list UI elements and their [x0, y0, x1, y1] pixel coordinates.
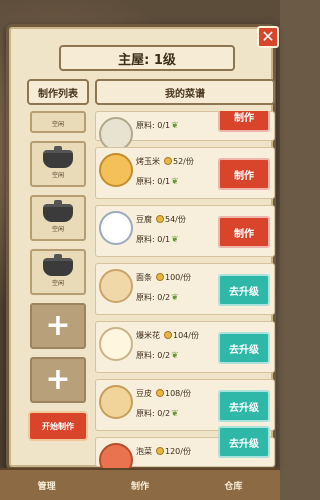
queue-slot[interactable]: 空闲: [30, 111, 86, 133]
make-button[interactable]: 制作: [218, 158, 270, 190]
nav-make[interactable]: 制作: [131, 479, 149, 492]
ingredient-count: 原料: 0/1: [136, 235, 171, 244]
recipe-row: 烤玉米 52/份原料: 0/1❦ 制作: [95, 147, 275, 199]
ingredient-count: 原料: 0/2: [136, 293, 171, 302]
queue-slot[interactable]: 空闲: [30, 195, 86, 241]
plus-icon: +: [45, 308, 71, 343]
dish-price: 52/份: [173, 157, 194, 166]
dish-name: 爆米花: [136, 331, 160, 340]
dish-image: [99, 117, 133, 151]
ingredient-line: 原料: 0/2❦: [136, 350, 180, 361]
recipe-row: 原料: 0/1❦ 制作: [95, 111, 275, 151]
make-button[interactable]: 制作: [218, 111, 270, 132]
recipe-row: 面条 100/份原料: 0/2❦ 去升级: [95, 263, 275, 315]
pot-icon: [43, 199, 73, 222]
ingredient-count: 原料: 0/2: [136, 351, 171, 360]
ingredient-leaf-icon: ❦: [171, 235, 179, 245]
slot-status: 空闲: [51, 225, 64, 233]
recipe-row: 爆米花 104/份原料: 0/2❦ 去升级: [95, 321, 275, 373]
recipe-row: 豆腐 54/份原料: 0/1❦ 制作: [95, 205, 275, 257]
dish-name-price: 烤玉米 52/份: [136, 156, 194, 167]
dish-image: [99, 385, 133, 419]
ingredient-leaf-icon: ❦: [171, 351, 179, 361]
ingredient-line: 原料: 0/1❦: [136, 234, 180, 245]
recipe-row: 豆皮 108/份原料: 0/2❦ 去升级: [95, 379, 275, 431]
ingredient-line: 原料: 0/2❦: [136, 408, 180, 419]
add-slot-button[interactable]: +: [30, 357, 86, 403]
dish-name: 泡菜: [136, 447, 152, 456]
queue-slot[interactable]: 空闲: [30, 141, 86, 187]
ingredient-leaf-icon: ❦: [171, 177, 179, 187]
nav-storage[interactable]: 仓库: [224, 479, 242, 492]
ingredient-count: 原料: 0/1: [136, 177, 171, 186]
ingredient-line: 原料: 0/1❦: [136, 176, 180, 187]
pot-icon: [43, 145, 73, 168]
queue-slot[interactable]: 空闲: [30, 249, 86, 295]
ingredient-line: 原料: 0/1❦: [136, 120, 180, 131]
dish-name-price: 泡菜 120/份: [136, 446, 191, 457]
dish-name: 烤玉米: [136, 157, 160, 166]
upgrade-button[interactable]: 去升级: [218, 332, 270, 364]
ingredient-line: 原料: 0/2❦: [136, 292, 180, 303]
upgrade-button[interactable]: 去升级: [218, 274, 270, 306]
dish-image: [99, 269, 133, 303]
tab-production-list[interactable]: 制作列表: [27, 79, 89, 105]
upgrade-button[interactable]: 去升级: [218, 426, 270, 458]
recipe-list: 原料: 0/1❦ 制作 烤玉米 52/份 原料: 0/1❦ 制作 豆腐 54/份 原料: 0/1…: [95, 111, 275, 491]
add-slot-button[interactable]: +: [30, 303, 86, 349]
ingredient-leaf-icon: ❦: [171, 293, 179, 303]
nav-manage[interactable]: 管理: [38, 479, 56, 492]
dish-name-price: 豆皮 108/份: [136, 388, 191, 399]
dish-name-price: 爆米花 104/份: [136, 330, 199, 341]
dish-price: 54/份: [165, 215, 186, 224]
main-panel: 主屋: 1级 制作列表 我的菜谱 空闲 空闲 空闲 空闲 + + 开始制作 原料…: [6, 24, 276, 477]
coin-icon: [164, 331, 172, 339]
slot-status: 空闲: [51, 279, 64, 287]
slot-status: 空闲: [51, 171, 64, 179]
dish-price: 108/份: [165, 389, 191, 398]
coin-icon: [156, 273, 164, 281]
dish-image: [99, 153, 133, 187]
coin-icon: [156, 447, 164, 455]
coin-icon: [156, 389, 164, 397]
dish-name: 豆皮: [136, 389, 152, 398]
ingredient-leaf-icon: ❦: [171, 409, 179, 419]
panel-title: 主屋: 1级: [59, 45, 235, 71]
recipe-row: 泡菜 120/份 去升级: [95, 426, 275, 477]
bottom-nav: 管理 制作 仓库: [0, 468, 280, 500]
start-production-button[interactable]: 开始制作: [28, 411, 88, 441]
dish-name-price: 面条 100/份: [136, 272, 191, 283]
coin-icon: [164, 157, 172, 165]
dish-price: 104/份: [173, 331, 199, 340]
ingredient-count: 原料: 0/2: [136, 409, 171, 418]
slot-status: 空闲: [51, 120, 64, 128]
ingredient-count: 原料: 0/1: [136, 121, 171, 130]
upgrade-button[interactable]: 去升级: [218, 390, 270, 422]
close-icon[interactable]: ✕: [257, 26, 279, 48]
dish-image: [99, 327, 133, 361]
dish-price: 120/份: [165, 447, 191, 456]
production-queue: 空闲 空闲 空闲 空闲 + + 开始制作: [27, 111, 89, 491]
tab-my-recipes[interactable]: 我的菜谱: [95, 79, 275, 105]
make-button[interactable]: 制作: [218, 216, 270, 248]
pot-icon: [43, 253, 73, 276]
dish-price: 100/份: [165, 273, 191, 282]
dish-name: 豆腐: [136, 215, 152, 224]
plus-icon: +: [45, 362, 71, 397]
dish-name-price: 豆腐 54/份: [136, 214, 186, 225]
coin-icon: [156, 215, 164, 223]
dish-name: 面条: [136, 273, 152, 282]
ingredient-leaf-icon: ❦: [171, 121, 179, 131]
dish-image: [99, 211, 133, 245]
